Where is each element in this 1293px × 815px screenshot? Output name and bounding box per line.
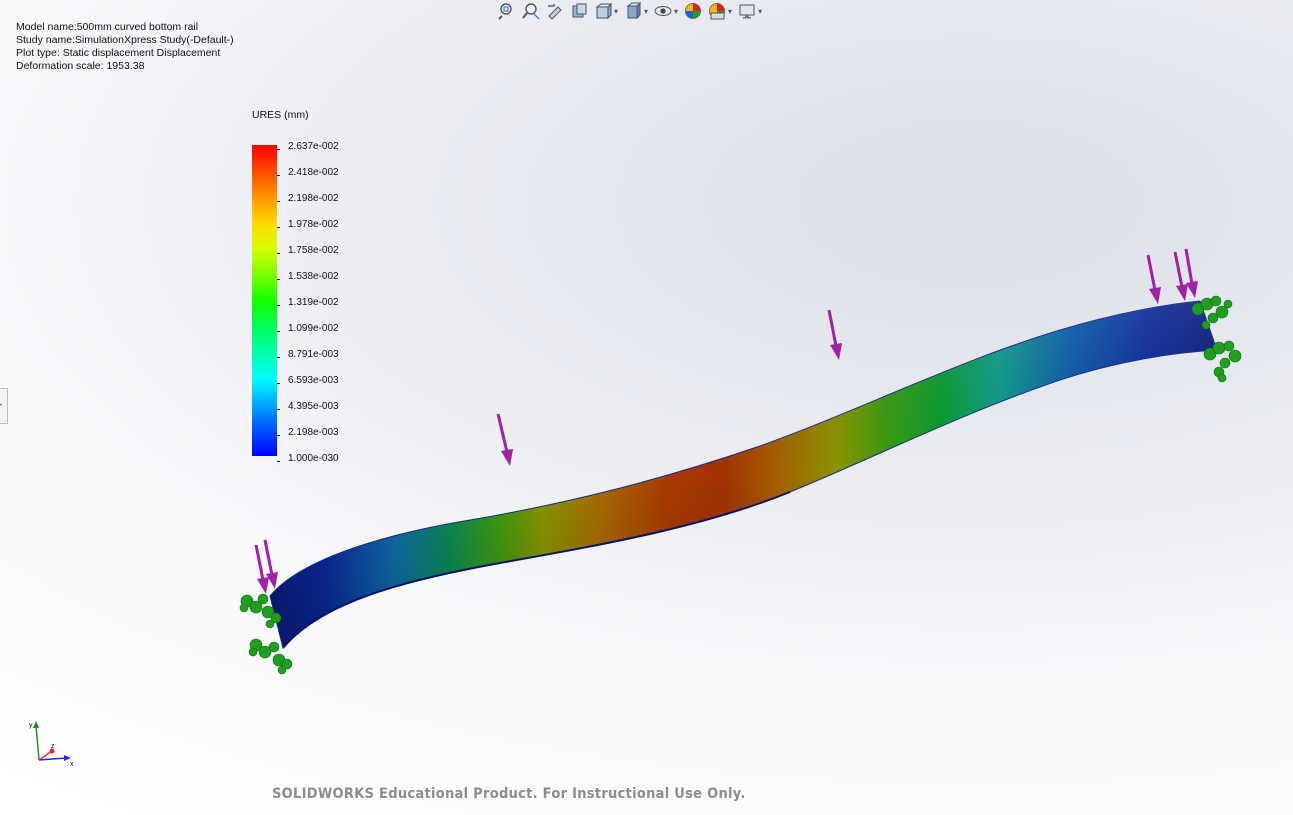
collapse-dots-icon: • [0, 403, 3, 409]
reference-triad: y x z [29, 721, 74, 768]
load-arrow [496, 413, 513, 466]
triad-x-axis [38, 757, 67, 761]
triad-y-label: y [29, 722, 33, 729]
graphics-area[interactable] [0, 0, 1293, 815]
rail-shading [270, 301, 1217, 648]
load-arrow [1173, 251, 1188, 301]
deformed-rail-model[interactable] [269, 300, 1218, 650]
triad-x-label: x [70, 761, 74, 768]
triad-y-arrow-icon [33, 721, 39, 728]
load-arrow [1146, 254, 1161, 304]
task-pane-collapse-tab[interactable]: • [0, 388, 8, 424]
triad-z-label: z [51, 743, 55, 750]
triad-y-axis [35, 725, 40, 761]
load-arrow [827, 309, 842, 360]
educational-watermark: SOLIDWORKS Educational Product. For Inst… [272, 786, 746, 802]
load-arrow [1184, 248, 1198, 298]
